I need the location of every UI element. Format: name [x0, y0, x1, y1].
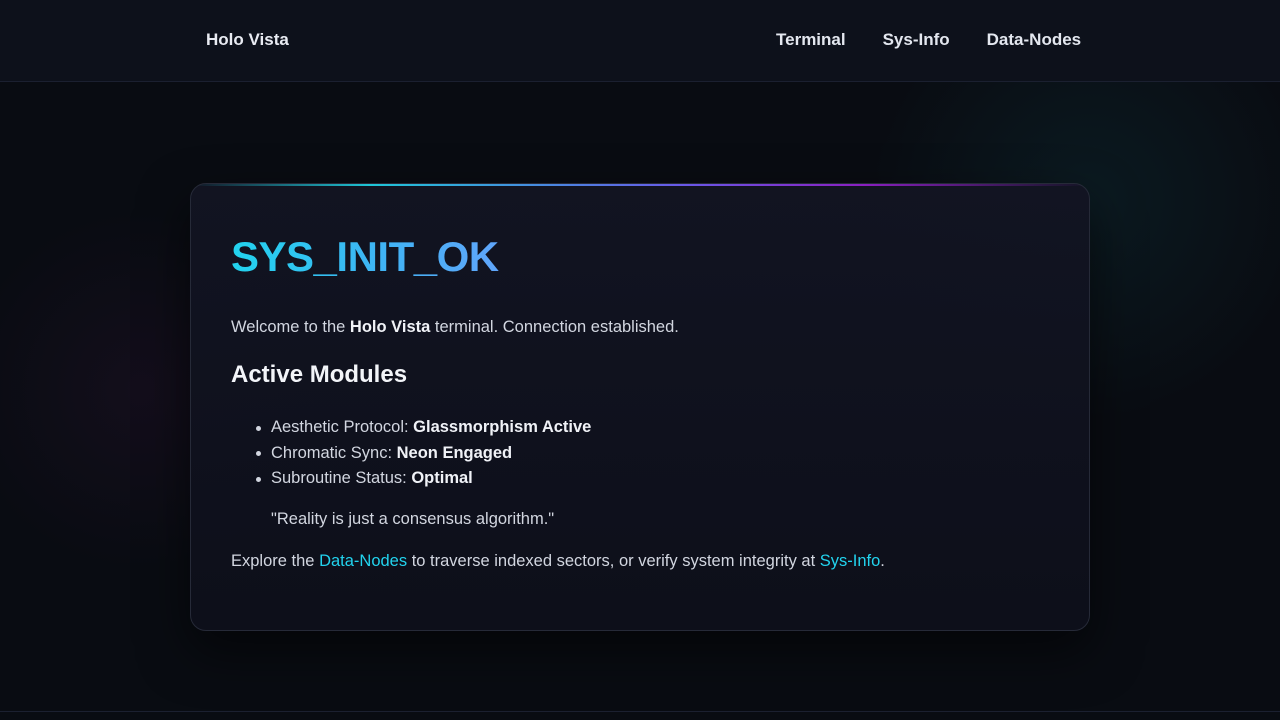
explore-prefix: Explore the: [231, 552, 320, 570]
nav-link-data-nodes[interactable]: Data-Nodes: [987, 30, 1081, 50]
module-value: Optimal: [411, 469, 473, 487]
module-label: Subroutine Status:: [271, 469, 412, 487]
list-item: Aesthetic Protocol: Glassmorphism Active: [255, 415, 592, 441]
sys-info-link[interactable]: Sys-Info: [820, 552, 881, 570]
welcome-message: Welcome to the Holo Vista terminal. Conn…: [231, 316, 679, 338]
nav-link-sys-info[interactable]: Sys-Info: [883, 30, 950, 50]
list-item: Chromatic Sync: Neon Engaged: [255, 441, 591, 467]
top-nav-bar: Holo Vista Terminal Sys-Info Data-Nodes: [0, 0, 1280, 82]
footer-divider: [0, 711, 1280, 712]
main-nav: Terminal Sys-Info Data-Nodes: [776, 30, 1081, 50]
page-title: SYS_INIT_OK: [231, 233, 499, 280]
explore-suffix: .: [880, 552, 885, 570]
list-item: Subroutine Status: Optimal: [255, 466, 591, 492]
modules-heading: Active Modules: [231, 361, 408, 388]
module-value: Glassmorphism Active: [413, 418, 592, 436]
welcome-suffix: terminal. Connection established.: [430, 318, 679, 336]
explore-middle: to traverse indexed sectors, or verify s…: [407, 552, 820, 570]
module-value: Neon Engaged: [396, 443, 513, 462]
module-label: Aesthetic Protocol:: [271, 418, 414, 436]
card-accent-line: [191, 184, 1089, 186]
quote-block: "Reality is just a consensus algorithm.": [271, 510, 555, 528]
modules-list: Aesthetic Protocol: Glassmorphism Active…: [255, 415, 592, 492]
welcome-prefix: Welcome to the: [231, 318, 350, 336]
nav-link-terminal[interactable]: Terminal: [776, 30, 846, 50]
explore-message: Explore the Data-Nodes to traverse index…: [231, 550, 885, 572]
module-label: Chromatic Sync:: [271, 443, 397, 462]
status-card: SYS_INIT_OK Welcome to the Holo Vista te…: [190, 183, 1090, 631]
welcome-brand: Holo Vista: [349, 318, 431, 336]
brand-logo-link[interactable]: Holo Vista: [206, 30, 289, 50]
data-nodes-link[interactable]: Data-Nodes: [319, 552, 407, 570]
